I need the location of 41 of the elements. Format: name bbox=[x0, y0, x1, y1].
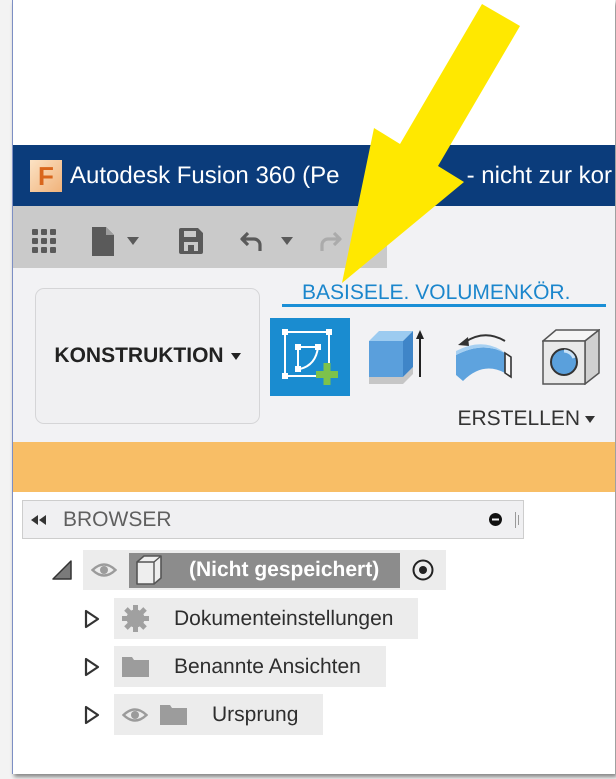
eye-icon[interactable] bbox=[91, 562, 117, 578]
triangle-icon[interactable] bbox=[84, 704, 100, 724]
radio-target-icon[interactable] bbox=[412, 559, 434, 581]
cube-circle-icon bbox=[542, 329, 600, 385]
panel-menu-button[interactable]: ERSTELLEN bbox=[457, 406, 595, 432]
resize-handle-icon[interactable] bbox=[515, 512, 519, 528]
tree-item[interactable]: Ursprung bbox=[114, 694, 324, 735]
apps-button[interactable] bbox=[32, 229, 56, 253]
caret-icon bbox=[585, 416, 595, 422]
triangle-icon[interactable] bbox=[84, 656, 100, 676]
folder-icon bbox=[160, 704, 187, 726]
triangle-icon[interactable] bbox=[52, 560, 72, 580]
window-title: - nicht zur kor bbox=[466, 162, 612, 190]
file-button[interactable] bbox=[92, 226, 139, 256]
window-title: Autodesk Fusion 360 (Pe bbox=[70, 162, 340, 190]
cube-arrow-icon bbox=[369, 329, 425, 385]
ribbon-tab[interactable]: BASISELE. VOLUMENKÖR. bbox=[282, 282, 606, 307]
undo-icon bbox=[239, 230, 263, 252]
sketch-tool-button[interactable] bbox=[270, 318, 350, 396]
eye-icon[interactable] bbox=[122, 706, 148, 722]
save-icon bbox=[179, 228, 203, 254]
sketch-plus-icon bbox=[282, 329, 338, 385]
browser-title: BROWSER bbox=[63, 508, 173, 532]
redo-icon bbox=[319, 230, 343, 252]
app-logo-icon: F bbox=[30, 160, 62, 192]
tree-item[interactable]: Benannte Ansichten bbox=[114, 646, 386, 687]
box-icon bbox=[135, 554, 163, 586]
tree-item-label: Dokumenteinstellungen bbox=[174, 606, 394, 630]
caret-icon bbox=[230, 352, 241, 360]
tree-item[interactable]: Dokumenteinstellungen bbox=[114, 598, 418, 639]
grid-icon bbox=[32, 229, 56, 253]
undo-button[interactable] bbox=[239, 230, 293, 252]
workspace-menu-button[interactable]: KONSTRUKTION bbox=[35, 288, 260, 424]
file-icon bbox=[92, 226, 114, 256]
tree-item-label: Benannte Ansichten bbox=[174, 654, 361, 678]
tree-item-label: Ursprung bbox=[212, 702, 298, 726]
tree-item-label: (Nicht gespeichert) bbox=[189, 558, 380, 582]
triangle-icon[interactable] bbox=[84, 608, 100, 628]
folder-icon bbox=[122, 656, 149, 678]
double-triangle-icon[interactable] bbox=[31, 514, 46, 524]
save-button[interactable] bbox=[179, 228, 203, 254]
